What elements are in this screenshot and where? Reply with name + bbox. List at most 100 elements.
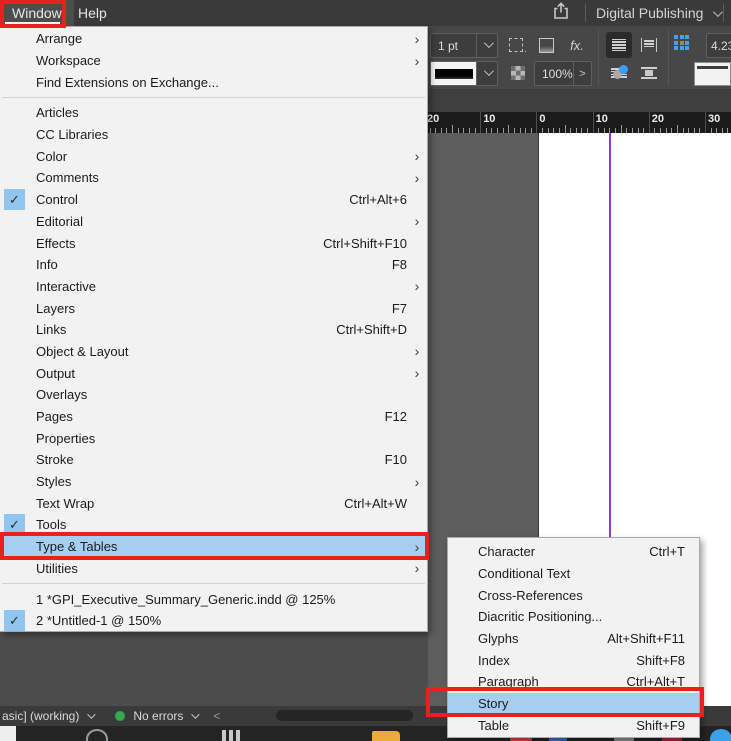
submenu-arrow-icon: › xyxy=(414,538,420,555)
transparency-button[interactable] xyxy=(508,63,528,83)
submenu-item-label: Story xyxy=(478,696,509,712)
opacity-expand-button[interactable]: > xyxy=(573,62,591,85)
preflight-status-label[interactable]: No errors xyxy=(133,709,183,723)
submenu-item-paragraph[interactable]: Paragraph Ctrl+Alt+T xyxy=(448,671,699,693)
x-position-field[interactable]: 4.23 xyxy=(706,33,731,58)
submenu-item-label: Character xyxy=(478,544,536,560)
menu-item-1-gpi-executive-summary-generic-indd-125[interactable]: 1 *GPI_Executive_Summary_Generic.indd @ … xyxy=(0,588,427,610)
menu-item-articles[interactable]: Articles xyxy=(0,102,427,124)
menu-item-stroke[interactable]: Stroke F10 xyxy=(0,449,427,471)
stroke-color-combo[interactable] xyxy=(430,61,498,86)
taskbar-circle-app-icon[interactable] xyxy=(86,729,108,741)
justify-all-button[interactable] xyxy=(606,32,632,58)
drop-shadow-icon xyxy=(538,37,554,53)
taskbar-folder-icon[interactable] xyxy=(372,731,400,741)
submenu-item-character[interactable]: Character Ctrl+T xyxy=(448,541,699,563)
ruler-tick xyxy=(592,112,594,133)
stroke-color-swatch xyxy=(431,62,476,85)
chevron-down-icon xyxy=(483,38,494,49)
menu-item-pages[interactable]: Pages F12 xyxy=(0,406,427,428)
menu-item-label: 1 *GPI_Executive_Summary_Generic.indd @ … xyxy=(36,591,336,607)
menu-item-label: Pages xyxy=(36,409,73,425)
menu-item-label: Effects xyxy=(36,235,76,251)
checkmark-icon: ✓ xyxy=(4,514,25,536)
menu-help-label: Help xyxy=(78,5,107,21)
checkmark-placeholder xyxy=(4,428,25,449)
menu-separator xyxy=(2,97,425,99)
swatch-line xyxy=(697,66,728,69)
menu-item-find-extensions-on-exchange[interactable]: Find Extensions on Exchange... xyxy=(0,71,427,93)
ruler-tick xyxy=(648,112,650,133)
menu-item-effects[interactable]: Effects Ctrl+Shift+F10 xyxy=(0,232,427,254)
menu-item-shortcut: Ctrl+Alt+W xyxy=(344,495,407,511)
fill-swatch-preview[interactable] xyxy=(694,62,731,86)
submenu-item-table[interactable]: Table Shift+F9 xyxy=(448,715,699,737)
menu-item-editorial[interactable]: Editorial › xyxy=(0,211,427,233)
drop-shadow-button[interactable] xyxy=(536,35,556,55)
corner-options-button[interactable]: . xyxy=(508,35,528,55)
menu-item-utilities[interactable]: Utilities › xyxy=(0,558,427,580)
menu-item-tools[interactable]: ✓ Tools xyxy=(0,514,427,536)
checkmark-placeholder xyxy=(4,233,25,254)
stroke-weight-combo[interactable]: 1 pt xyxy=(430,33,498,58)
align-center-button[interactable] xyxy=(636,60,662,86)
checkmark-placeholder xyxy=(4,28,25,49)
menu-item-label: Color xyxy=(36,148,68,164)
menu-item-label: Layers xyxy=(36,300,76,316)
menu-item-workspace[interactable]: Workspace › xyxy=(0,50,427,72)
horizontal-scrollbar[interactable] xyxy=(276,710,413,721)
menu-item-label: Links xyxy=(36,322,67,338)
menu-item-label: 2 *Untitled-1 @ 150% xyxy=(36,613,162,629)
checkmark-placeholder xyxy=(4,102,25,123)
effects-fx-button[interactable]: fx. xyxy=(566,35,588,55)
menu-item-properties[interactable]: Properties xyxy=(0,427,427,449)
text-wrap-button[interactable] xyxy=(606,60,632,86)
submenu-item-diacritic-positioning[interactable]: Diacritic Positioning... xyxy=(448,606,699,628)
menu-item-output[interactable]: Output › xyxy=(0,362,427,384)
collapse-arrow[interactable]: < xyxy=(213,709,220,723)
menu-item-overlays[interactable]: Overlays xyxy=(0,384,427,406)
menu-item-type-tables[interactable]: Type & Tables › xyxy=(0,535,427,558)
menu-item-text-wrap[interactable]: Text Wrap Ctrl+Alt+W xyxy=(0,492,427,514)
submenu-item-story[interactable]: Story xyxy=(448,692,699,715)
taskbar-glyph-app-icon[interactable] xyxy=(222,730,252,741)
menu-item-color[interactable]: Color › xyxy=(0,145,427,167)
menu-item-layers[interactable]: Layers F7 xyxy=(0,297,427,319)
submenu-item-glyphs[interactable]: Glyphs Alt+Shift+F11 xyxy=(448,628,699,650)
menu-item-arrange[interactable]: Arrange › xyxy=(0,28,427,50)
checkmark-placeholder xyxy=(4,536,25,557)
stroke-color-dropdown[interactable] xyxy=(476,62,497,85)
menu-item-cc-libraries[interactable]: CC Libraries xyxy=(0,124,427,146)
preflight-profile-label[interactable]: asic] (working) xyxy=(2,709,79,723)
submenu-item-cross-references[interactable]: Cross-References xyxy=(448,584,699,606)
opacity-field[interactable]: 100% > xyxy=(534,61,592,86)
menu-item-links[interactable]: Links Ctrl+Shift+D xyxy=(0,319,427,341)
checkmark-placeholder xyxy=(4,406,25,427)
menu-item-info[interactable]: Info F8 xyxy=(0,254,427,276)
indent-options-button[interactable] xyxy=(636,32,662,58)
chevron-down-icon[interactable] xyxy=(191,710,201,719)
fx-icon: fx. xyxy=(570,37,584,53)
taskbar-partial-window-icon[interactable] xyxy=(0,726,16,741)
stroke-weight-dropdown[interactable] xyxy=(476,34,497,57)
menu-item-comments[interactable]: Comments › xyxy=(0,167,427,189)
corner-options-icon xyxy=(509,38,524,52)
menu-item-styles[interactable]: Styles › xyxy=(0,471,427,493)
chevron-down-icon[interactable] xyxy=(87,710,97,719)
submenu-item-label: Conditional Text xyxy=(478,566,571,582)
submenu-item-index[interactable]: Index Shift+F8 xyxy=(448,649,699,671)
menu-item-object-layout[interactable]: Object & Layout › xyxy=(0,341,427,363)
ruler-tick xyxy=(564,125,566,133)
menubar-divider xyxy=(585,4,586,22)
submenu-item-label: Diacritic Positioning... xyxy=(478,609,603,625)
share-button[interactable] xyxy=(548,1,574,24)
menu-item-interactive[interactable]: Interactive › xyxy=(0,276,427,298)
taskbar-blue-circle-icon[interactable] xyxy=(710,729,731,741)
menu-item-2-untitled-1-150[interactable]: ✓ 2 *Untitled-1 @ 150% xyxy=(0,610,427,632)
workspace-switcher[interactable]: Digital Publishing xyxy=(596,0,724,26)
submenu-item-conditional-text[interactable]: Conditional Text xyxy=(448,563,699,585)
menu-help[interactable]: Help xyxy=(66,0,119,26)
reference-point-proxy[interactable] xyxy=(674,35,689,50)
checkmark-placeholder xyxy=(4,449,25,470)
menu-item-control[interactable]: ✓ Control Ctrl+Alt+6 xyxy=(0,189,427,211)
